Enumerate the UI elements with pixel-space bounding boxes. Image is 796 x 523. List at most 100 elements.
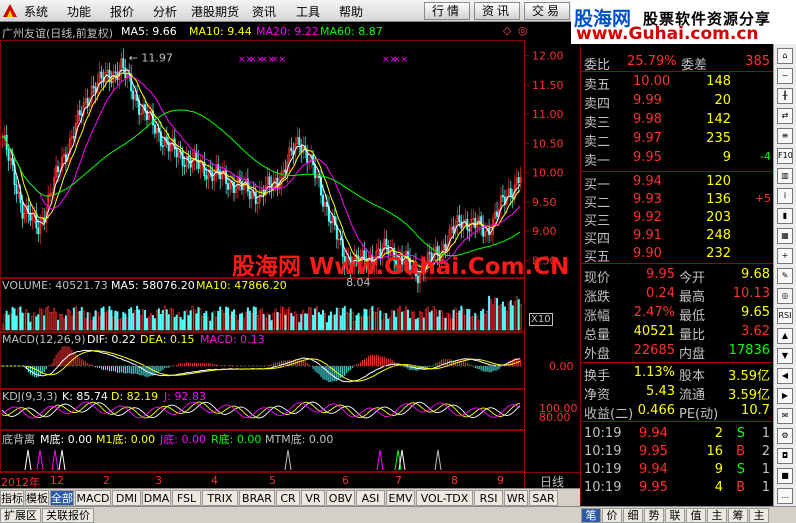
left-icon[interactable]: ◀ [777, 368, 793, 384]
ask-row[interactable]: 卖二 9.97 235 [581, 130, 773, 150]
menu-function[interactable]: 功能 [67, 3, 91, 20]
bid-price: 9.94 [633, 174, 662, 189]
rsi-button[interactable]: RSI [777, 308, 793, 324]
x-axis-label: 4 [211, 474, 218, 487]
up-icon[interactable]: ▲ [777, 328, 793, 344]
stat-value: 10.13 [732, 286, 770, 301]
menu-quote[interactable]: 报价 [110, 3, 134, 20]
volume-bar [61, 314, 63, 331]
lock-icon[interactable]: ◘ [777, 448, 793, 464]
candle [7, 148, 10, 161]
home-icon[interactable]: ⌂ [777, 48, 793, 64]
indicator-tab[interactable]: VR [301, 490, 325, 506]
chart-diamond-icon[interactable]: ◇ [503, 24, 511, 37]
indicator-tab[interactable]: 全部 [50, 490, 74, 506]
compare-icon[interactable]: ⇄ [777, 108, 793, 124]
tab-market[interactable]: 行情 [424, 2, 470, 20]
bid-row[interactable]: 买一 9.94 120 [581, 173, 773, 193]
divergence-spike [58, 449, 66, 471]
indicator-tab[interactable]: DMI [112, 490, 141, 506]
more-icon[interactable]: … [777, 488, 793, 504]
panel-tab[interactable]: 势 [644, 508, 664, 523]
chart-type-icon[interactable]: ▥ [777, 168, 793, 184]
volume-bar [19, 306, 22, 331]
indicator-tab[interactable]: VOL-TDX [416, 490, 473, 506]
plugin-icon[interactable]: ■ [777, 468, 793, 484]
target-icon[interactable]: ◎ [777, 288, 793, 304]
menu-news[interactable]: 资讯 [252, 3, 276, 20]
indicator-tab[interactable]: FSL [172, 490, 201, 506]
tab-news[interactable]: 资讯 [474, 2, 520, 20]
indicator-tab[interactable]: ASI [356, 490, 385, 506]
f10-button[interactable]: F10 [777, 148, 793, 164]
indicator-tab[interactable]: MACD [75, 490, 111, 506]
volume-bar [9, 313, 12, 331]
down-icon[interactable]: ▼ [777, 348, 793, 364]
tab-trade[interactable]: 交易 [524, 2, 570, 20]
ask-price: 9.98 [633, 112, 662, 127]
menu-help[interactable]: 帮助 [339, 3, 363, 20]
bid-row[interactable]: 买五 9.90 232 [581, 245, 773, 265]
x-axis-label: 5 [269, 474, 276, 487]
pen-icon[interactable]: ✎ [777, 268, 793, 284]
right-icon[interactable]: ▶ [777, 388, 793, 404]
event-marker[interactable]: ×× [393, 55, 408, 65]
minute-chart-icon[interactable]: ~ [777, 68, 793, 84]
menu-system[interactable]: 系统 [24, 3, 48, 20]
indicator-tab[interactable]: RSI [474, 490, 503, 506]
zoom-icon[interactable]: + [777, 248, 793, 264]
info-icon[interactable]: i [777, 188, 793, 204]
indicator-tab[interactable]: OBV [326, 490, 355, 506]
kline-icon[interactable]: ╫ [777, 88, 793, 104]
menu-hk-futures[interactable]: 港股期货 [191, 3, 239, 20]
volume-bar [100, 308, 103, 331]
panel-tab[interactable]: 值 [686, 508, 706, 523]
tick-volume: 2 [714, 426, 723, 441]
bid-row[interactable]: 买三 9.92 203 [581, 209, 773, 229]
candle [205, 175, 208, 180]
ask-row[interactable]: 卖一 9.95 9 -4 [581, 149, 773, 169]
indicator-tab[interactable]: 指标 [0, 490, 24, 506]
indicator-tab[interactable]: WR [504, 490, 528, 506]
list-icon[interactable]: ≡ [777, 128, 793, 144]
ask-row[interactable]: 卖四 9.99 20 [581, 92, 773, 112]
panel-tab[interactable]: 筹 [728, 508, 748, 523]
panel-tab[interactable]: 价 [602, 508, 622, 523]
ask-row[interactable]: 卖三 9.98 142 [581, 111, 773, 131]
kdj-label: KDJ(9,3,3) [2, 390, 58, 403]
menu-analysis[interactable]: 分析 [153, 3, 177, 20]
bid-row[interactable]: 买四 9.91 248 [581, 227, 773, 247]
extend-area-button[interactable]: 扩展区 [0, 508, 41, 523]
fundamental-row: 收益(二) 0.466 PE(动) 10.7 [581, 402, 773, 422]
indicator-tab[interactable]: CR [276, 490, 300, 506]
panel-tab[interactable]: 细 [623, 508, 643, 523]
volume-bar [403, 311, 406, 331]
settings-icon[interactable]: ⚙ [777, 428, 793, 444]
volume-bar [175, 314, 178, 331]
indicator-tab[interactable]: EMV [386, 490, 415, 506]
indicator-tab[interactable]: TRIX [202, 490, 238, 506]
chat-icon[interactable]: ✉ [777, 408, 793, 424]
bar-icon[interactable]: ▮ [777, 208, 793, 224]
chart-settings-icon[interactable]: ◎ [518, 24, 528, 37]
menu-tools[interactable]: 工具 [296, 3, 320, 20]
panel-tab[interactable]: 笔 [581, 508, 601, 523]
panel-tab[interactable]: 联 [665, 508, 685, 523]
indicator-tab[interactable]: BRAR [239, 490, 275, 506]
event-marker[interactable]: ×× [271, 55, 286, 65]
ask-row[interactable]: 卖五 10.00 148 [581, 73, 773, 93]
tick-row: 10:19 9.95 4 B 1 [581, 479, 773, 497]
volume-bar [505, 310, 508, 331]
indicator-tab[interactable]: SAR [529, 490, 558, 506]
volume-bar [177, 312, 180, 331]
grid-icon[interactable]: ▦ [777, 228, 793, 244]
indicator-tab[interactable]: 模板 [25, 490, 49, 506]
stat-value: 9.95 [646, 267, 675, 282]
panel-tab[interactable]: 主 [749, 508, 769, 523]
guhai-banner[interactable]: 股海网 股票软件资源分享 www.Guhai.com.cn [571, 0, 796, 44]
related-quote-button[interactable]: 关联报价 [42, 508, 94, 523]
indicator-tab[interactable]: DMA [142, 490, 171, 506]
tick-side: B [736, 480, 745, 495]
panel-tab[interactable]: 主 [707, 508, 727, 523]
bid-row[interactable]: 买二 9.93 136 +5 [581, 191, 773, 211]
